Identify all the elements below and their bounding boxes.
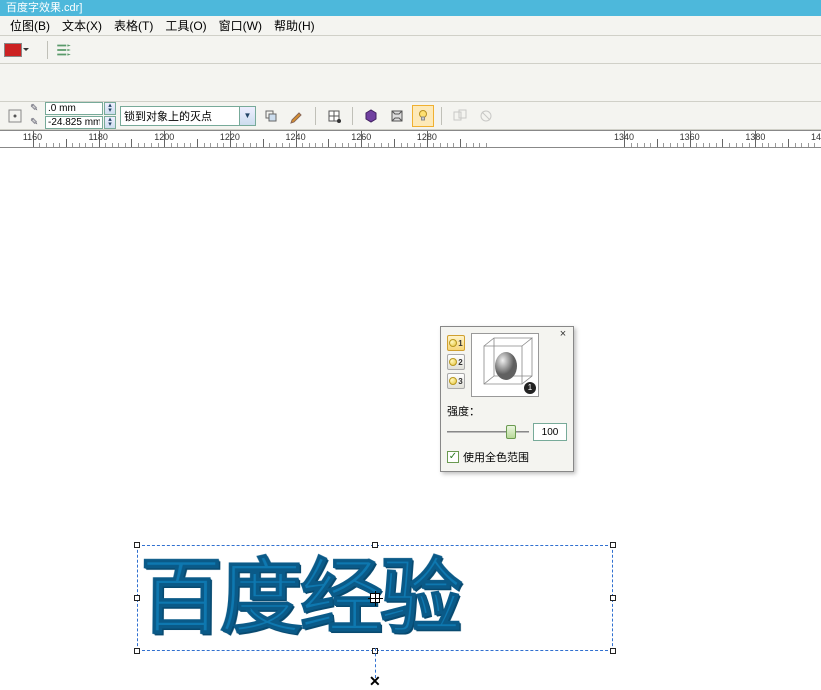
resize-handle[interactable] bbox=[134, 595, 140, 601]
anchor-input[interactable] bbox=[120, 106, 240, 126]
object-position-icon[interactable] bbox=[4, 105, 26, 127]
menu-text[interactable]: 文本(X) bbox=[56, 15, 108, 36]
ruler-label: 1380 bbox=[745, 132, 765, 142]
resize-handle[interactable] bbox=[134, 648, 140, 654]
full-range-checkbox[interactable]: ✓ bbox=[447, 451, 459, 463]
ruler-label: 1400 bbox=[811, 132, 821, 142]
ruler-label: 1340 bbox=[614, 132, 634, 142]
light-2-button[interactable]: 2 bbox=[447, 354, 465, 370]
y-input[interactable] bbox=[45, 116, 103, 129]
lighting-button[interactable] bbox=[412, 105, 434, 127]
anchor-dropdown[interactable]: ▼ bbox=[120, 106, 256, 126]
menu-bitmap[interactable]: 位图(B) bbox=[4, 15, 56, 36]
resize-handle[interactable] bbox=[610, 542, 616, 548]
light-badge: 1 bbox=[524, 382, 536, 394]
bulb-icon bbox=[449, 358, 457, 366]
checkbox-label: 使用全色范围 bbox=[463, 449, 529, 465]
ruler-label: 1220 bbox=[220, 132, 240, 142]
light-1-button[interactable]: 1 bbox=[447, 335, 465, 351]
ruler-label: 1260 bbox=[351, 132, 371, 142]
x-input[interactable] bbox=[45, 102, 103, 115]
title-text: 百度字效果.cdr] bbox=[6, 2, 82, 14]
canvas[interactable]: × 1 2 3 1 强度： bbox=[0, 148, 821, 528]
chevron-down-icon[interactable]: ▼ bbox=[240, 106, 256, 126]
lighting-preview[interactable]: 1 bbox=[471, 333, 539, 397]
resize-handle[interactable] bbox=[372, 542, 378, 548]
page-rotation-button[interactable] bbox=[323, 105, 345, 127]
options-icon[interactable] bbox=[55, 41, 73, 59]
ruler-label: 1180 bbox=[89, 132, 108, 142]
color-toolbar bbox=[0, 36, 821, 64]
menu-help[interactable]: 帮助(H) bbox=[268, 15, 321, 36]
fill-swatch[interactable] bbox=[4, 43, 22, 57]
copy-vp-button[interactable] bbox=[260, 105, 282, 127]
spacer-bar bbox=[0, 64, 821, 102]
resize-handle[interactable] bbox=[610, 648, 616, 654]
horizontal-ruler[interactable]: 1160 1180 1200 1220 1240 1260 1280 1340 1360 1380… bbox=[0, 130, 821, 148]
bulb-icon bbox=[449, 377, 457, 385]
resize-handle[interactable] bbox=[610, 595, 616, 601]
y-icon: ✎ bbox=[30, 117, 44, 129]
coord-group: ✎ ▴▾ ✎ ▴▾ bbox=[30, 102, 116, 129]
x-icon: ✎ bbox=[30, 103, 44, 115]
ruler-label: 1240 bbox=[286, 132, 306, 142]
menu-window[interactable]: 窗口(W) bbox=[213, 15, 268, 36]
title-bar: 百度字效果.cdr] bbox=[0, 0, 821, 16]
bevel-button[interactable] bbox=[386, 105, 408, 127]
depth-button[interactable] bbox=[360, 105, 382, 127]
ruler-label: 1280 bbox=[417, 132, 437, 142]
light-3-button[interactable]: 3 bbox=[447, 373, 465, 389]
extruded-text-object[interactable]: 百度经验 ✕ bbox=[140, 548, 610, 648]
close-icon[interactable]: × bbox=[557, 329, 569, 341]
separator bbox=[315, 107, 316, 125]
brush-button[interactable] bbox=[286, 105, 308, 127]
copy-properties-button bbox=[449, 105, 471, 127]
menu-table[interactable]: 表格(T) bbox=[108, 15, 159, 36]
ruler-label: 1200 bbox=[154, 132, 174, 142]
ruler-label: 1160 bbox=[23, 132, 42, 142]
separator bbox=[441, 107, 442, 125]
intensity-label: 强度： bbox=[447, 403, 567, 419]
intensity-slider[interactable] bbox=[447, 423, 529, 441]
menu-bar: 位图(B) 文本(X) 表格(T) 工具(O) 窗口(W) 帮助(H) bbox=[0, 16, 821, 36]
clear-button bbox=[475, 105, 497, 127]
intensity-input[interactable] bbox=[533, 423, 567, 441]
ruler-label: 1360 bbox=[680, 132, 700, 142]
lighting-popup: × 1 2 3 1 强度： bbox=[440, 326, 574, 472]
light-slots: 1 2 3 bbox=[447, 335, 465, 389]
x-spinner[interactable]: ▴▾ bbox=[104, 102, 116, 115]
y-spinner[interactable]: ▴▾ bbox=[104, 116, 116, 129]
separator bbox=[352, 107, 353, 125]
center-mark-icon[interactable] bbox=[370, 593, 380, 603]
property-bar: ✎ ▴▾ ✎ ▴▾ ▼ bbox=[0, 102, 821, 130]
bulb-icon bbox=[449, 339, 457, 347]
menu-tools[interactable]: 工具(O) bbox=[159, 15, 212, 36]
separator bbox=[47, 41, 48, 59]
vanishing-point-icon[interactable]: ✕ bbox=[369, 673, 381, 690]
resize-handle[interactable] bbox=[134, 542, 140, 548]
